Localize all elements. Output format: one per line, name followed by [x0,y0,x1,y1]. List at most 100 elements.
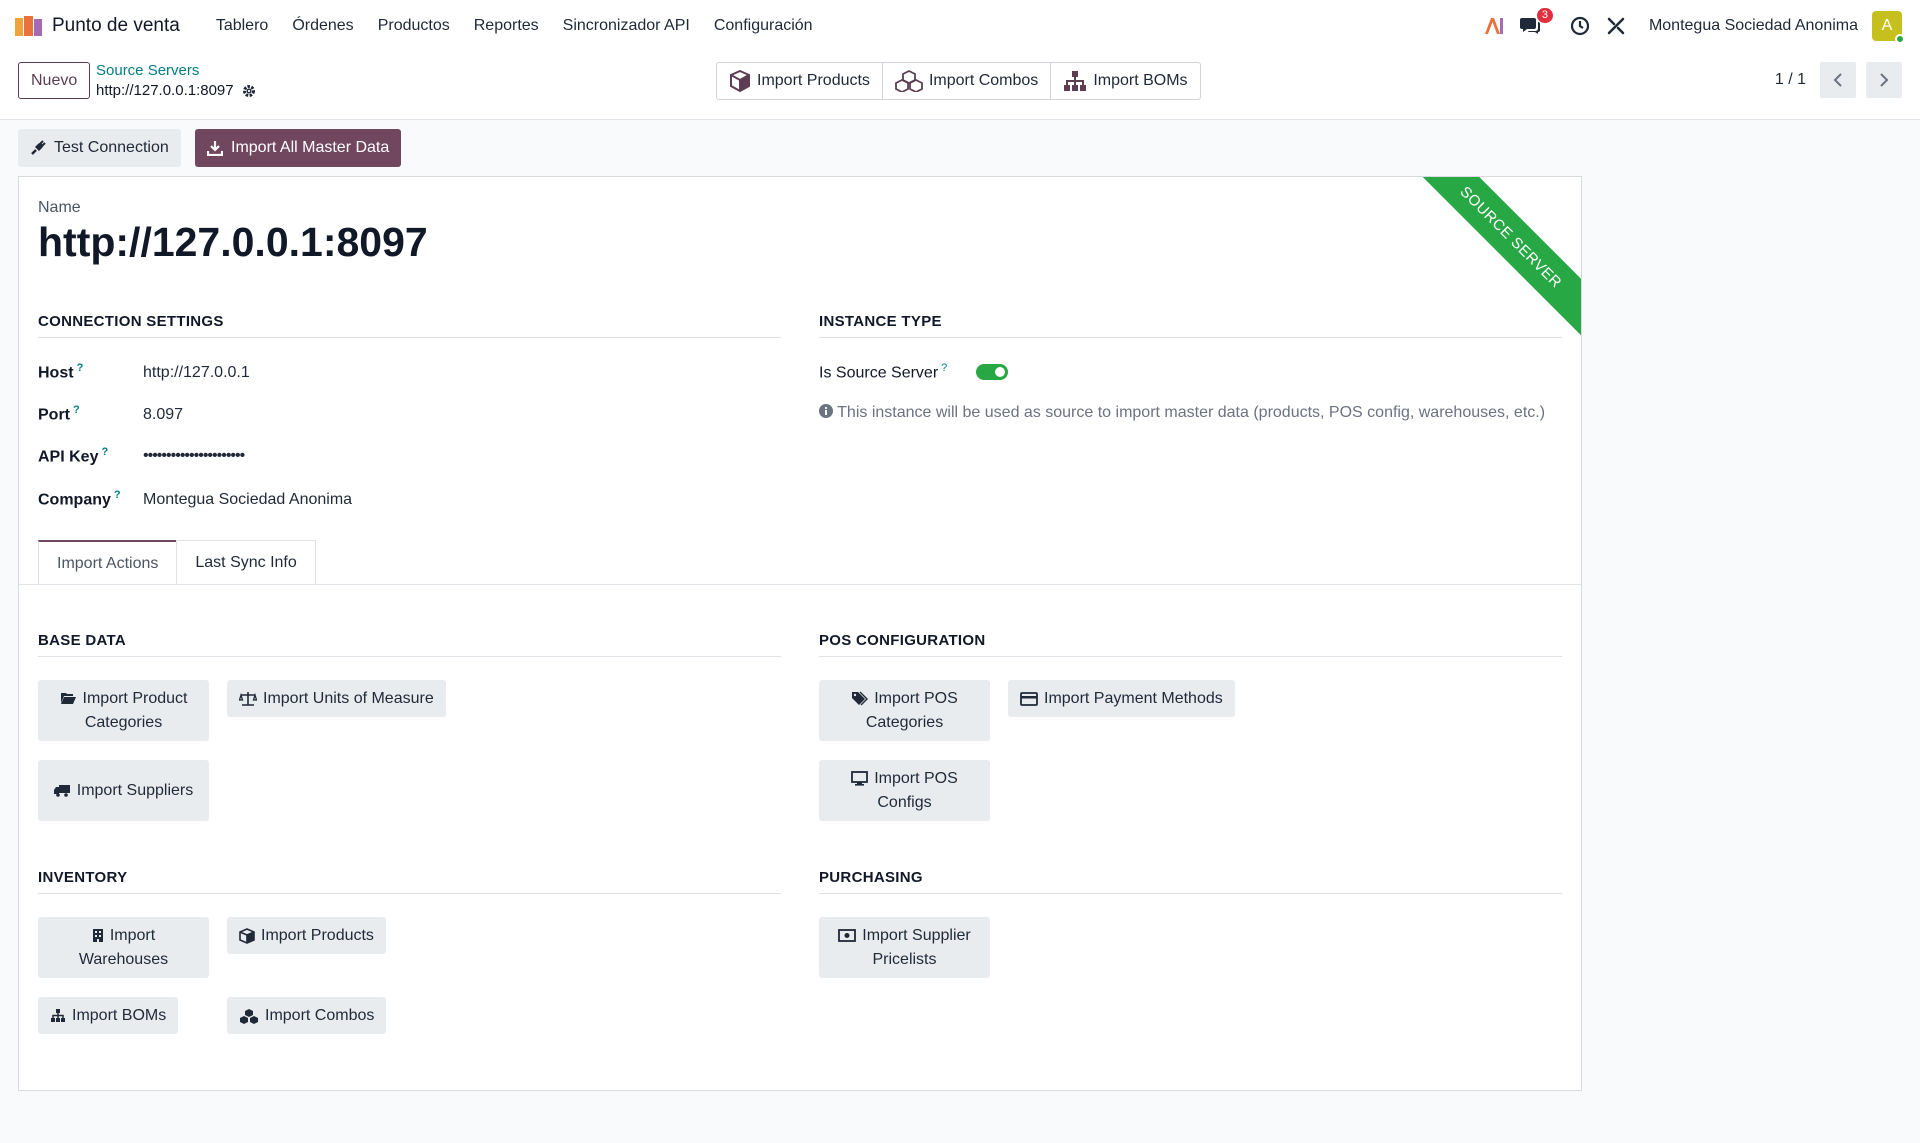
import-boms-label: Import BOMs [72,1006,167,1024]
api-key-label-text: API Key [38,448,99,466]
import-combos-label: Import Combos [265,1006,375,1024]
import-combos-button[interactable]: Import Combos [227,997,387,1034]
form-tabs: Import Actions Last Sync Info [38,540,316,585]
instance-type-title: INSTANCE TYPE [819,313,1562,338]
import-products-button[interactable]: Import Products [227,917,386,954]
host-label: Host? [38,362,83,382]
pos-configuration-title: POS CONFIGURATION [819,632,1562,657]
import-product-categories-text: Import Product Categories [82,689,188,731]
tab-last-sync-info[interactable]: Last Sync Info [176,540,316,585]
app-name[interactable]: Punto de venta [52,15,180,37]
tools-icon[interactable] [1605,15,1627,37]
import-pos-categories-label: Import POS Categories [831,687,978,735]
menu-item-configuracion[interactable]: Configuración [702,0,825,52]
base-data-title: BASE DATA [38,632,781,657]
import-suppliers-label: Import Suppliers [53,779,194,803]
truck-icon [53,784,71,797]
chevron-left-icon [1833,73,1842,87]
source-info-label: This instance will be used as source to … [837,404,1546,421]
avatar-letter: A [1881,17,1893,34]
company-label: Company? [38,489,121,509]
host-label-text: Host [38,364,74,382]
ai-icon[interactable] [1483,15,1505,37]
import-suppliers-button[interactable]: Import Suppliers [38,760,209,821]
pos-app-icon[interactable] [14,14,44,38]
company-switcher[interactable]: Montegua Sociedad Anonima [1649,17,1858,35]
pager-value[interactable]: 1 / 1 [1775,71,1806,89]
new-button[interactable]: Nuevo [18,62,91,99]
import-boms-smart-button[interactable]: Import BOMs [1051,63,1199,99]
import-combos-label: Import Combos [928,72,1039,89]
is-source-server-label: Is Source Server? [819,362,947,382]
is-source-server-help-mark[interactable]: ? [941,362,947,374]
cubes-icon [239,1008,259,1024]
port-help-mark[interactable]: ? [73,404,80,416]
form-sheet: SOURCE SERVER Name http://127.0.0.1:8097… [18,176,1582,1091]
tab-import-actions[interactable]: Import Actions [38,540,178,585]
connection-settings-title: CONNECTION SETTINGS [38,313,781,338]
import-suppliers-text: Import Suppliers [76,781,194,799]
company-help-mark[interactable]: ? [114,489,121,501]
breadcrumb-source-servers[interactable]: Source Servers [96,62,256,80]
import-product-categories-button[interactable]: Import Product Categories [38,680,209,741]
api-key-help-mark[interactable]: ? [101,446,108,458]
import-supplier-pricelists-button[interactable]: Import Supplier Pricelists [819,917,990,978]
import-products-smart-button[interactable]: Import Products [717,63,883,99]
pager: 1 / 1 [1775,62,1902,98]
breadcrumb: Source Servers http://127.0.0.1:8097 [96,62,256,100]
purchasing-title: PURCHASING [819,869,1562,894]
test-connection-button[interactable]: Test Connection [18,129,181,167]
user-avatar[interactable]: A [1872,11,1905,44]
smart-buttons: Import Products Import Combos Import BOM… [716,62,1201,100]
download-icon [207,141,223,156]
chat-icon[interactable]: 3 [1519,8,1553,37]
building-icon [92,928,104,943]
import-payment-methods-button[interactable]: Import Payment Methods [1008,680,1235,717]
tabs-divider [19,584,1581,585]
folder-open-icon [60,691,77,705]
menu-item-tablero[interactable]: Tablero [204,0,280,52]
import-units-of-measure-button[interactable]: Import Units of Measure [227,680,446,717]
company-field[interactable]: Montegua Sociedad Anonima [143,491,352,509]
info-icon [819,404,833,418]
import-all-master-data-button[interactable]: Import All Master Data [195,129,402,167]
menu-item-reportes[interactable]: Reportes [462,0,551,52]
source-info-text: This instance will be used as source to … [819,401,1559,425]
import-supplier-pricelists-label: Import Supplier Pricelists [831,924,978,972]
host-field[interactable]: http://127.0.0.1 [143,364,250,382]
breadcrumb-current-label: http://127.0.0.1:8097 [96,82,234,99]
activity-clock-icon[interactable] [1569,15,1591,37]
gear-icon[interactable] [242,84,256,98]
import-boms-button[interactable]: Import BOMs [38,997,179,1034]
import-pos-categories-button[interactable]: Import POS Categories [819,680,990,741]
port-field[interactable]: 8.097 [143,406,183,424]
balance-scale-icon [239,691,257,707]
import-warehouses-label: Import Warehouses [50,924,197,972]
credit-card-icon [1020,691,1038,706]
import-pos-configs-button[interactable]: Import POS Configs [819,760,990,821]
name-field[interactable]: http://127.0.0.1:8097 [38,219,428,266]
is-source-server-toggle[interactable] [976,364,1008,380]
import-combos-smart-button[interactable]: Import Combos [883,63,1052,99]
host-help-mark[interactable]: ? [77,362,84,374]
cube-icon [239,927,255,944]
cube-icon [730,70,750,92]
import-warehouses-button[interactable]: Import Warehouses [38,917,209,978]
import-pos-categories-text: Import POS Categories [865,689,958,731]
desktop-icon [851,770,869,786]
api-key-field[interactable]: •••••••••••••••••••••• [143,447,245,465]
control-panel: Nuevo Source Servers http://127.0.0.1:80… [0,52,1920,120]
sitemap-icon [50,1008,66,1023]
tags-icon [851,691,869,706]
pager-next-button[interactable] [1866,62,1902,98]
menu-item-sincronizador-api[interactable]: Sincronizador API [551,0,702,52]
pager-previous-button[interactable] [1820,62,1856,98]
import-pos-configs-label: Import POS Configs [831,767,978,815]
import-units-of-measure-label: Import Units of Measure [263,689,434,707]
api-key-label: API Key? [38,446,108,466]
port-label-text: Port [38,406,70,424]
import-products-label: Import Products [757,72,870,89]
menu-item-productos[interactable]: Productos [366,0,462,52]
menu-item-ordenes[interactable]: Órdenes [280,0,365,52]
plug-icon [31,140,46,155]
